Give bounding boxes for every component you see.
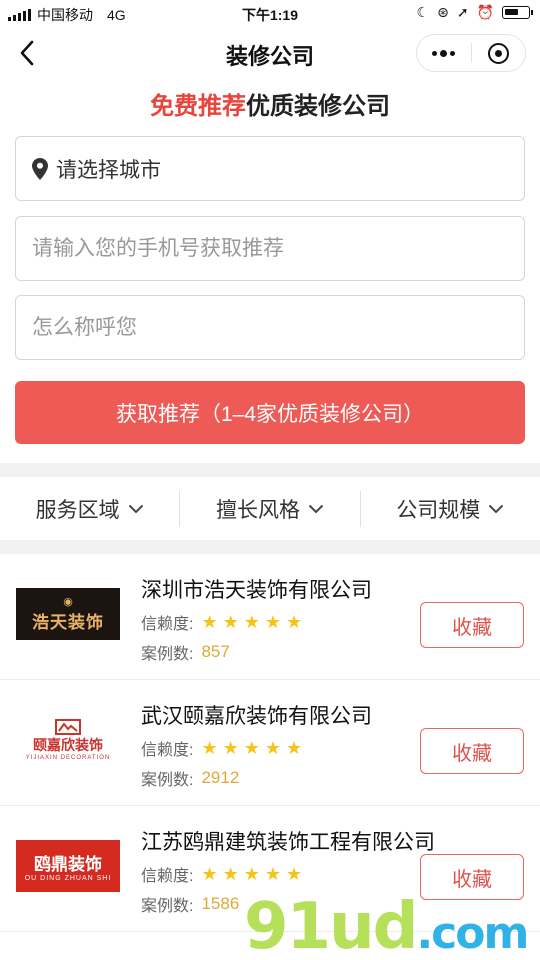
- chevron-down-icon: [308, 504, 324, 514]
- form-heading: 免费推荐优质装修公司: [0, 86, 540, 121]
- watermark: 91ud.com: [244, 890, 529, 960]
- star-icon: ★: [286, 612, 303, 632]
- filter-bar: 服务区域 擅长风格 公司规模: [0, 478, 540, 540]
- city-select[interactable]: 请选择城市: [15, 136, 525, 201]
- location-pin-icon: [32, 157, 48, 180]
- phone-field[interactable]: [15, 216, 525, 281]
- star-icon: ★: [264, 738, 282, 758]
- logo-text: 颐嘉欣装饰: [33, 737, 103, 753]
- logo-text: 鸥鼎装饰: [34, 855, 102, 874]
- more-button[interactable]: [417, 35, 471, 71]
- filter-label: 服务区域: [35, 499, 120, 522]
- cases-count: 1586: [201, 894, 240, 913]
- watermark-text: 91ud: [244, 890, 418, 960]
- cases-label: 案例数:: [141, 772, 194, 789]
- rotation-lock-icon: ⊛: [437, 4, 449, 20]
- logo-text: 浩天装饰: [32, 613, 104, 632]
- star-icon: ★: [264, 864, 282, 884]
- star-icon: ★: [201, 738, 218, 758]
- chevron-down-icon: [489, 504, 504, 514]
- cases-count: 2912: [201, 768, 240, 787]
- star-icon: ★: [201, 612, 218, 632]
- star-icon: ★: [286, 864, 303, 884]
- alarm-icon: ⏰: [476, 4, 494, 20]
- rating-label: 信赖度:: [141, 742, 194, 759]
- close-mini-program-button[interactable]: [472, 35, 526, 71]
- star-icon: ★: [243, 612, 260, 632]
- star-icon: ★: [222, 738, 239, 758]
- star-icon: ★: [201, 864, 218, 884]
- company-logo: 颐嘉欣装饰 YIJIAXIN DECORATION: [16, 714, 120, 766]
- moon-icon: ☾: [416, 4, 430, 20]
- filter-style[interactable]: 擅长风格: [180, 494, 359, 524]
- logo-subtext: OU DING ZHUAN SHI: [24, 875, 112, 882]
- cases-count: 857: [201, 642, 230, 661]
- star-icon: ★: [243, 738, 260, 758]
- target-icon: [487, 42, 509, 64]
- favorite-button[interactable]: 收藏: [420, 728, 524, 774]
- name-input[interactable]: [32, 315, 524, 340]
- mini-program-capsule: [416, 34, 526, 72]
- cases-label: 案例数:: [141, 646, 194, 663]
- rating-label: 信赖度:: [141, 616, 194, 633]
- filter-company-size[interactable]: 公司规模: [361, 494, 540, 524]
- status-right: ☾ ⊛ ➚ ⏰: [416, 4, 533, 21]
- company-name: 武汉颐嘉欣装饰有限公司: [141, 705, 372, 728]
- star-rating: ★ ★ ★ ★ ★: [201, 865, 302, 883]
- watermark-suffix: .com: [416, 908, 529, 959]
- nav-bar: 装修公司: [0, 28, 540, 78]
- chevron-down-icon: [128, 504, 143, 514]
- rating-row: 信赖度: ★ ★ ★ ★ ★: [141, 862, 302, 886]
- filter-label: 公司规模: [396, 499, 481, 522]
- company-logo: 鸥鼎装饰 OU DING ZHUAN SHI: [16, 840, 120, 892]
- star-icon: ★: [286, 738, 303, 758]
- cases-row: 案例数: 2912: [141, 766, 239, 790]
- filter-service-area[interactable]: 服务区域: [0, 494, 179, 524]
- section-divider: [0, 463, 540, 477]
- heading-rest: 优质装修公司: [246, 93, 390, 120]
- name-field[interactable]: [15, 295, 525, 360]
- location-arrow-icon: ➚: [456, 4, 469, 20]
- filter-label: 擅长风格: [215, 499, 300, 522]
- star-rating: ★ ★ ★ ★ ★: [201, 613, 302, 631]
- phone-input[interactable]: [32, 236, 524, 261]
- company-item[interactable]: ◉ 浩天装饰 深圳市浩天装饰有限公司 信赖度: ★ ★ ★ ★ ★ 案例数: 857 收…: [0, 554, 540, 680]
- logo-subtext: YIJIAXIN DECORATION: [25, 755, 111, 761]
- rating-row: 信赖度: ★ ★ ★ ★ ★: [141, 610, 302, 634]
- status-bar: 中国移动 4G 下午1:19 ☾ ⊛ ➚ ⏰: [0, 0, 540, 28]
- cases-label: 案例数:: [141, 898, 194, 915]
- logo-emblem-icon: ◉: [63, 596, 73, 608]
- company-logo: ◉ 浩天装饰: [16, 588, 120, 640]
- rating-label: 信赖度:: [141, 868, 194, 885]
- rating-row: 信赖度: ★ ★ ★ ★ ★: [141, 736, 302, 760]
- star-icon: ★: [222, 864, 239, 884]
- favorite-button[interactable]: 收藏: [420, 602, 524, 648]
- heading-highlight: 免费推荐: [150, 93, 246, 120]
- company-name: 江苏鸥鼎建筑装饰工程有限公司: [141, 831, 435, 854]
- cases-row: 案例数: 1586: [141, 892, 239, 916]
- cases-row: 案例数: 857: [141, 640, 230, 664]
- star-icon: ★: [222, 612, 239, 632]
- more-dots-icon: [432, 49, 456, 57]
- star-icon: ★: [243, 864, 260, 884]
- city-select-label: 请选择城市: [56, 158, 161, 182]
- company-item[interactable]: 颐嘉欣装饰 YIJIAXIN DECORATION 武汉颐嘉欣装饰有限公司 信赖…: [0, 680, 540, 806]
- star-icon: ★: [264, 612, 282, 632]
- star-rating: ★ ★ ★ ★ ★: [201, 739, 302, 757]
- logo-emblem-icon: [55, 719, 81, 735]
- get-recommendation-button[interactable]: 获取推荐（1–4家优质装修公司）: [15, 381, 525, 444]
- section-divider: [0, 540, 540, 554]
- company-name: 深圳市浩天装饰有限公司: [141, 579, 372, 602]
- battery-icon: [502, 6, 533, 19]
